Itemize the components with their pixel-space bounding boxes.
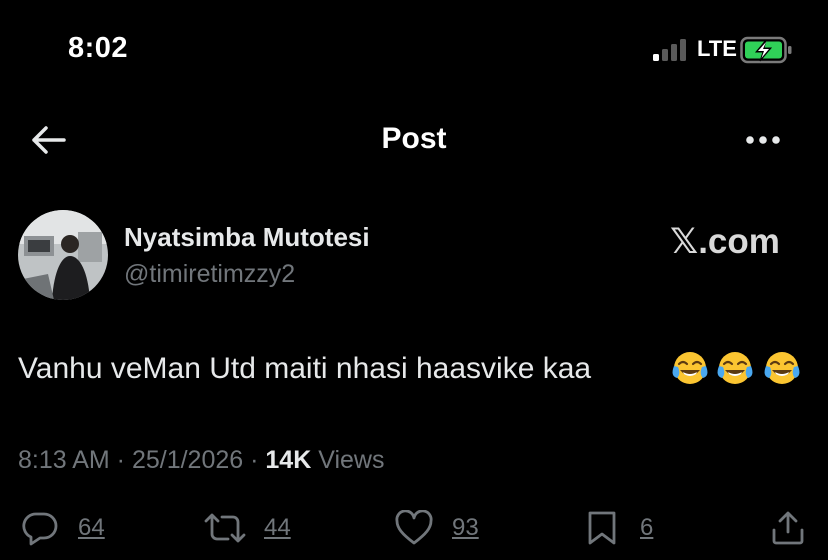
bookmark-count: 6: [640, 514, 654, 541]
meta-separator: ·: [109, 446, 132, 474]
share-button[interactable]: [770, 508, 810, 548]
cellular-signal-icon: [653, 39, 686, 61]
post-text: Vanhu veMan Utd maiti nhasi haasvike kaa: [18, 352, 592, 385]
post-time: 8:13 AM: [18, 446, 110, 474]
network-type-label: LTE: [697, 36, 737, 61]
tears-of-joy-emoji-group: [672, 352, 800, 384]
like-button[interactable]: 93: [394, 508, 494, 548]
repost-count: 44: [264, 514, 291, 541]
bookmark-icon: [588, 511, 616, 545]
repost-icon: [204, 513, 246, 543]
reply-button[interactable]: 64: [22, 508, 122, 548]
more-horizontal-icon[interactable]: [742, 122, 784, 158]
author-handle[interactable]: @timiretimzzy2: [124, 260, 295, 289]
avatar[interactable]: [18, 210, 108, 300]
repost-button[interactable]: 44: [202, 508, 312, 548]
status-time: 8:02: [68, 32, 129, 64]
x-com-watermark: 𝕏.com: [670, 222, 780, 261]
reply-count: 64: [78, 514, 105, 541]
page-title: Post: [381, 122, 447, 155]
views-count[interactable]: 14K: [265, 446, 311, 474]
meta-separator: ·: [243, 446, 266, 474]
bookmark-button[interactable]: 6: [586, 508, 666, 548]
battery-charging-icon: [740, 36, 792, 64]
share-icon: [772, 511, 804, 545]
tears-of-joy-emoji: [672, 352, 708, 384]
like-count: 93: [452, 514, 479, 541]
post-meta: 8:13 AM · 25/1/2026 · 14K Views: [18, 446, 384, 475]
author-name[interactable]: Nyatsimba Mutotesi: [124, 222, 370, 253]
reply-icon: [22, 512, 58, 546]
post-date: 25/1/2026: [131, 446, 244, 474]
heart-icon: [395, 510, 433, 545]
tears-of-joy-emoji: [717, 352, 753, 384]
tears-of-joy-emoji: [764, 352, 800, 384]
views-label: Views: [318, 446, 385, 474]
